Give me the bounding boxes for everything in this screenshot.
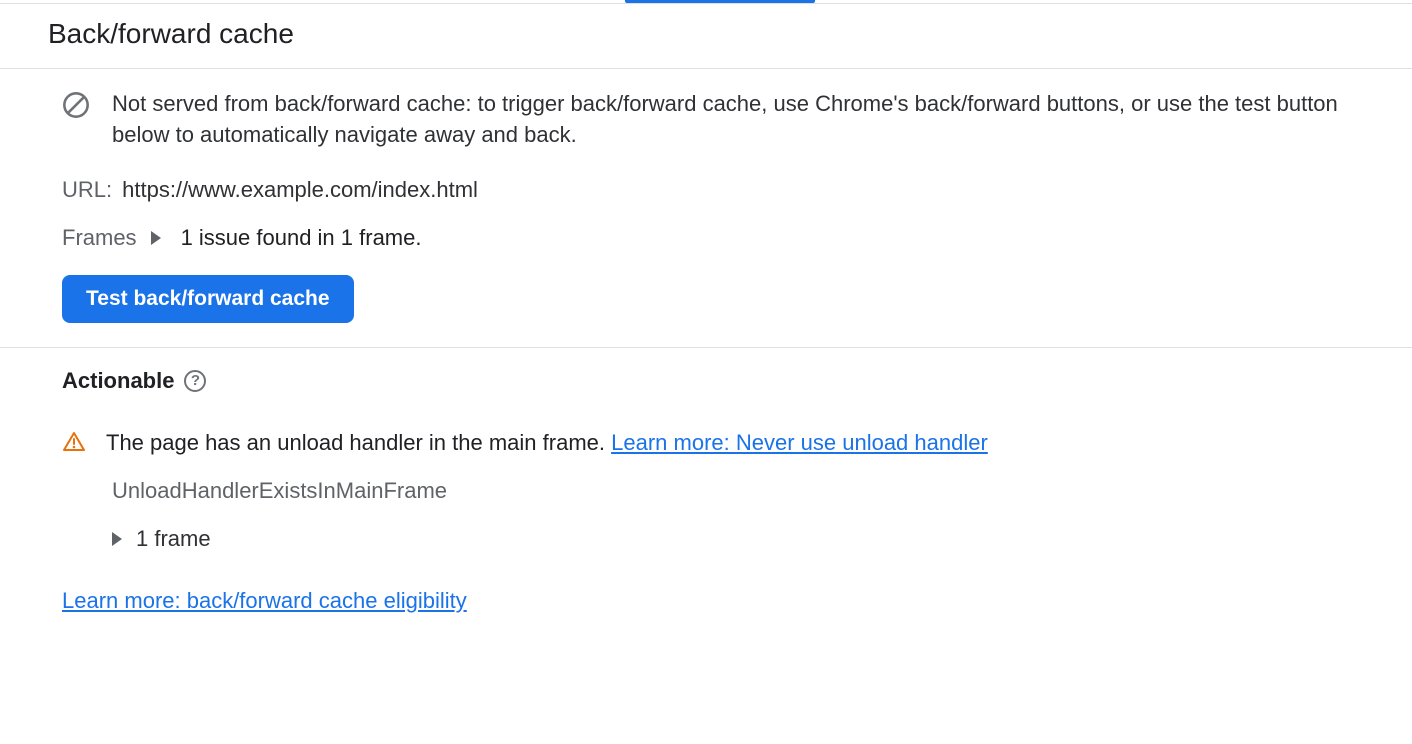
issue-text-wrapper: The page has an unload handler in the ma…	[106, 430, 988, 456]
bfcache-panel: Back/forward cache Not served from back/…	[0, 3, 1412, 638]
learn-more-footer-row: Learn more: back/forward cache eligibili…	[62, 588, 1362, 614]
status-section: Not served from back/forward cache: to t…	[0, 69, 1412, 348]
active-tab-bar	[625, 0, 815, 3]
issue-learn-more-link[interactable]: Learn more: Never use unload handler	[611, 430, 988, 455]
frames-label: Frames	[62, 225, 137, 251]
status-row: Not served from back/forward cache: to t…	[62, 89, 1362, 151]
actionable-title-row: Actionable ?	[62, 368, 1362, 394]
help-icon[interactable]: ?	[184, 370, 206, 392]
issue-block: The page has an unload handler in the ma…	[62, 430, 1362, 552]
tab-indicator	[0, 0, 1412, 3]
url-row: URL: https://www.example.com/index.html	[62, 177, 1362, 203]
issue-frame-row[interactable]: 1 frame	[112, 526, 1362, 552]
issue-code: UnloadHandlerExistsInMainFrame	[112, 478, 1362, 504]
status-message: Not served from back/forward cache: to t…	[112, 89, 1362, 151]
url-label: URL:	[62, 177, 112, 203]
frames-summary: 1 issue found in 1 frame.	[181, 225, 422, 251]
actionable-section: Actionable ? The page has an unload hand…	[0, 348, 1412, 638]
frames-row[interactable]: Frames 1 issue found in 1 frame.	[62, 225, 1362, 251]
actionable-title: Actionable	[62, 368, 174, 394]
expand-icon	[151, 231, 161, 245]
issue-text: The page has an unload handler in the ma…	[106, 430, 605, 455]
panel-header: Back/forward cache	[0, 4, 1412, 69]
warning-icon	[62, 430, 86, 454]
test-bfcache-button[interactable]: Test back/forward cache	[62, 275, 354, 323]
button-row: Test back/forward cache	[62, 275, 1362, 323]
page-title: Back/forward cache	[48, 18, 1402, 50]
expand-icon	[112, 532, 122, 546]
learn-more-footer-link[interactable]: Learn more: back/forward cache eligibili…	[62, 588, 467, 613]
issue-frame-summary: 1 frame	[136, 526, 211, 552]
issue-line: The page has an unload handler in the ma…	[62, 430, 1362, 456]
no-entry-icon	[62, 91, 90, 119]
url-value: https://www.example.com/index.html	[122, 177, 478, 203]
